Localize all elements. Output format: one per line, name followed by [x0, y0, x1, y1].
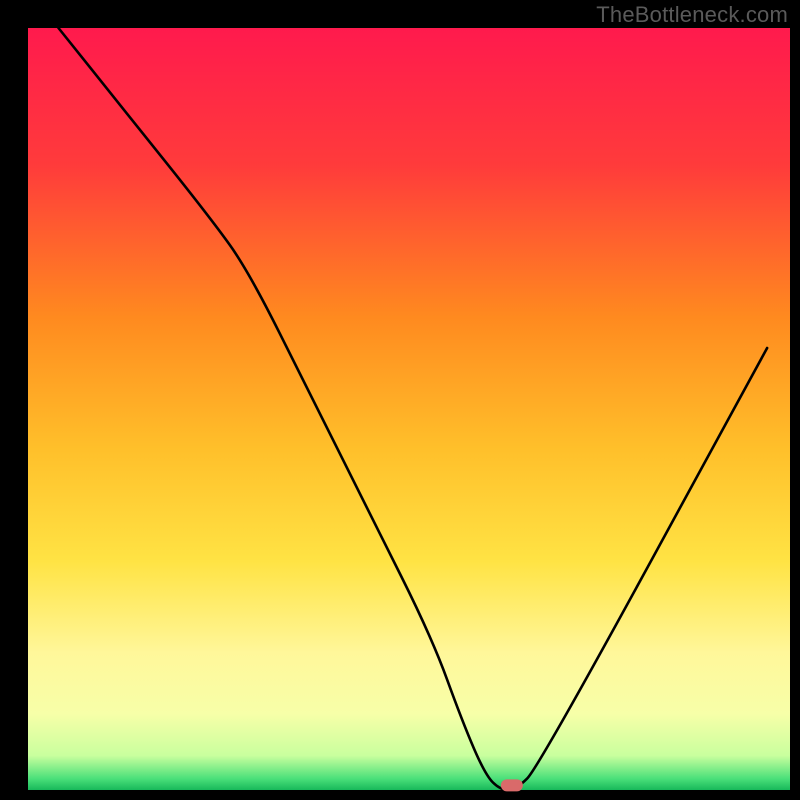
optimal-marker — [501, 779, 523, 791]
chart-svg — [0, 0, 800, 800]
bottleneck-chart: TheBottleneck.com — [0, 0, 800, 800]
watermark-label: TheBottleneck.com — [596, 2, 788, 28]
plot-background — [28, 28, 790, 790]
